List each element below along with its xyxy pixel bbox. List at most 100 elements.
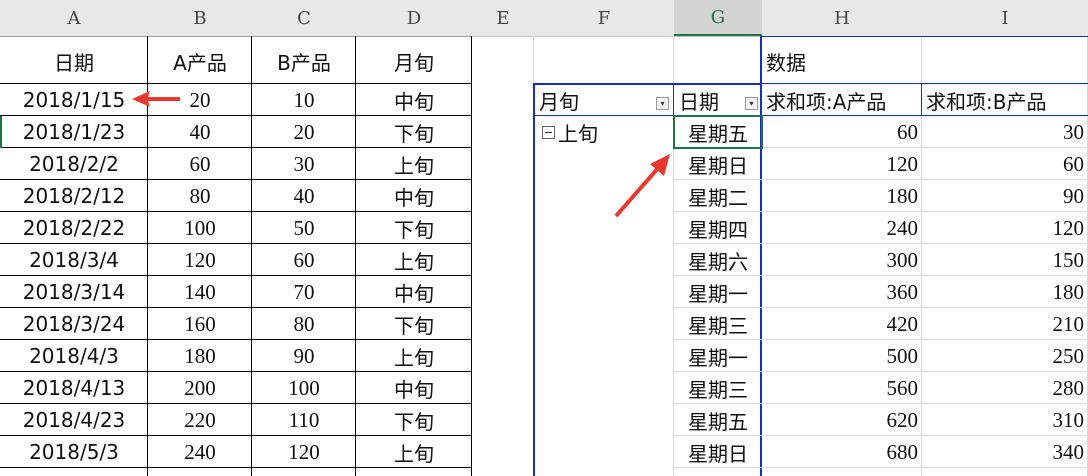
- pivot-sum-b[interactable]: 210: [922, 308, 1088, 340]
- table-cell-date[interactable]: 2018/2/2: [0, 148, 148, 180]
- table-cell-period[interactable]: 中旬: [356, 180, 472, 212]
- pivot-day[interactable]: 星期二: [674, 180, 762, 212]
- pivot-sum-b[interactable]: 120: [922, 212, 1088, 244]
- table-cell-a[interactable]: 140: [148, 276, 252, 308]
- header-period[interactable]: 月旬: [356, 38, 472, 84]
- pivot-sum-b[interactable]: 180: [922, 276, 1088, 308]
- header-date[interactable]: 日期: [0, 38, 148, 84]
- table-cell-date[interactable]: 2018/3/14: [0, 276, 148, 308]
- table-cell-date[interactable]: 2018/4/13: [0, 372, 148, 404]
- pivot-day[interactable]: 星期一: [674, 276, 762, 308]
- pivot-sum-a[interactable]: 420: [762, 308, 922, 340]
- active-cell-selection[interactable]: [673, 115, 763, 149]
- table-cell-b[interactable]: 80: [252, 308, 356, 340]
- pivot-sum-a[interactable]: 120: [762, 148, 922, 180]
- table-cell-a[interactable]: 120: [148, 244, 252, 276]
- header-b-product[interactable]: B产品: [252, 38, 356, 84]
- column-header-i[interactable]: I: [922, 0, 1088, 36]
- pivot-value-b[interactable]: 求和项:B产品: [922, 85, 1088, 116]
- pivot-sum-a[interactable]: 60: [762, 116, 922, 148]
- pivot-sum-a[interactable]: 360: [762, 276, 922, 308]
- table-cell-period[interactable]: 中旬: [356, 84, 472, 116]
- column-header-d[interactable]: D: [356, 0, 472, 36]
- table-cell-date[interactable]: 2018/2/22: [0, 212, 148, 244]
- pivot-day[interactable]: 星期日: [674, 148, 762, 180]
- table-cell-b[interactable]: 30: [252, 148, 356, 180]
- pivot-sum-a[interactable]: 240: [762, 212, 922, 244]
- table-cell-date[interactable]: 2018/1/15: [0, 84, 148, 116]
- column-header-a[interactable]: A: [0, 0, 148, 36]
- table-cell-date[interactable]: 2018/3/4: [0, 244, 148, 276]
- table-cell-b[interactable]: 120: [252, 436, 356, 468]
- column-header-h[interactable]: H: [762, 0, 922, 36]
- pivot-data-label[interactable]: 数据: [762, 38, 922, 84]
- pivot-day[interactable]: 星期三: [674, 372, 762, 404]
- pivot-day[interactable]: 星期四: [674, 212, 762, 244]
- header-a-product[interactable]: A产品: [148, 38, 252, 84]
- pivot-sum-b[interactable]: 250: [922, 340, 1088, 372]
- pivot-day[interactable]: 星期日: [674, 436, 762, 468]
- table-cell-a[interactable]: 220: [148, 404, 252, 436]
- table-cell-date[interactable]: 2018/5/3: [0, 436, 148, 468]
- table-cell-period[interactable]: 上旬: [356, 340, 472, 372]
- table-cell-date[interactable]: 2018/1/23: [0, 116, 148, 148]
- column-header-c[interactable]: C: [252, 0, 356, 36]
- table-cell-a[interactable]: 160: [148, 308, 252, 340]
- table-cell-b[interactable]: 60: [252, 244, 356, 276]
- pivot-sum-b[interactable]: 30: [922, 116, 1088, 148]
- table-cell-period[interactable]: 上旬: [356, 148, 472, 180]
- table-cell-a[interactable]: 40: [148, 116, 252, 148]
- pivot-sum-b[interactable]: 60: [922, 148, 1088, 180]
- pivot-sum-a[interactable]: 560: [762, 372, 922, 404]
- pivot-sum-a[interactable]: 500: [762, 340, 922, 372]
- table-cell-date[interactable]: 2018/2/12: [0, 180, 148, 212]
- table-cell-date[interactable]: 2018/4/23: [0, 404, 148, 436]
- pivot-day[interactable]: 星期一: [674, 340, 762, 372]
- table-cell-b[interactable]: 100: [252, 372, 356, 404]
- table-cell-period[interactable]: 中旬: [356, 276, 472, 308]
- collapse-minus-icon[interactable]: [542, 125, 555, 139]
- pivot-sum-b[interactable]: 310: [922, 404, 1088, 436]
- pivot-row-field-period[interactable]: 月旬: [535, 85, 655, 116]
- pivot-day[interactable]: 星期三: [674, 308, 762, 340]
- table-cell-date[interactable]: 2018/3/24: [0, 308, 148, 340]
- table-cell-b[interactable]: 10: [252, 84, 356, 116]
- column-header-f[interactable]: F: [534, 0, 674, 36]
- table-cell-period[interactable]: 下旬: [356, 116, 472, 148]
- pivot-day[interactable]: 星期六: [674, 244, 762, 276]
- table-cell-a[interactable]: 80: [148, 180, 252, 212]
- table-cell-a[interactable]: 200: [148, 372, 252, 404]
- pivot-sum-b[interactable]: 150: [922, 244, 1088, 276]
- pivot-sum-a[interactable]: 620: [762, 404, 922, 436]
- table-cell-b[interactable]: 70: [252, 276, 356, 308]
- pivot-group-label[interactable]: 上旬: [538, 116, 674, 148]
- table-cell-period[interactable]: 下旬: [356, 404, 472, 436]
- table-cell-date[interactable]: 2018/4/3: [0, 340, 148, 372]
- table-cell-b[interactable]: 50: [252, 212, 356, 244]
- table-cell-a[interactable]: 240: [148, 436, 252, 468]
- pivot-sum-a[interactable]: 180: [762, 180, 922, 212]
- pivot-value-a[interactable]: 求和项:A产品: [762, 85, 922, 116]
- pivot-row-field-date[interactable]: 日期: [675, 85, 741, 116]
- table-cell-b[interactable]: 20: [252, 116, 356, 148]
- dropdown-filter-icon[interactable]: ▾: [656, 97, 669, 110]
- pivot-sum-b[interactable]: 340: [922, 436, 1088, 468]
- pivot-sum-b[interactable]: 280: [922, 372, 1088, 404]
- table-cell-a[interactable]: 60: [148, 148, 252, 180]
- table-cell-b[interactable]: 90: [252, 340, 356, 372]
- pivot-sum-b[interactable]: 90: [922, 180, 1088, 212]
- column-header-e[interactable]: E: [472, 0, 534, 36]
- table-cell-period[interactable]: 上旬: [356, 436, 472, 468]
- pivot-sum-a[interactable]: 680: [762, 436, 922, 468]
- column-header-g[interactable]: G: [674, 0, 762, 36]
- table-cell-a[interactable]: 100: [148, 212, 252, 244]
- table-cell-period[interactable]: 下旬: [356, 212, 472, 244]
- table-cell-b[interactable]: 110: [252, 404, 356, 436]
- table-cell-b[interactable]: 40: [252, 180, 356, 212]
- pivot-sum-a[interactable]: 300: [762, 244, 922, 276]
- dropdown-arrow-icon[interactable]: ▾: [745, 97, 758, 110]
- table-cell-period[interactable]: 下旬: [356, 308, 472, 340]
- table-cell-a[interactable]: 180: [148, 340, 252, 372]
- pivot-day[interactable]: 星期五: [674, 404, 762, 436]
- column-header-b[interactable]: B: [148, 0, 252, 36]
